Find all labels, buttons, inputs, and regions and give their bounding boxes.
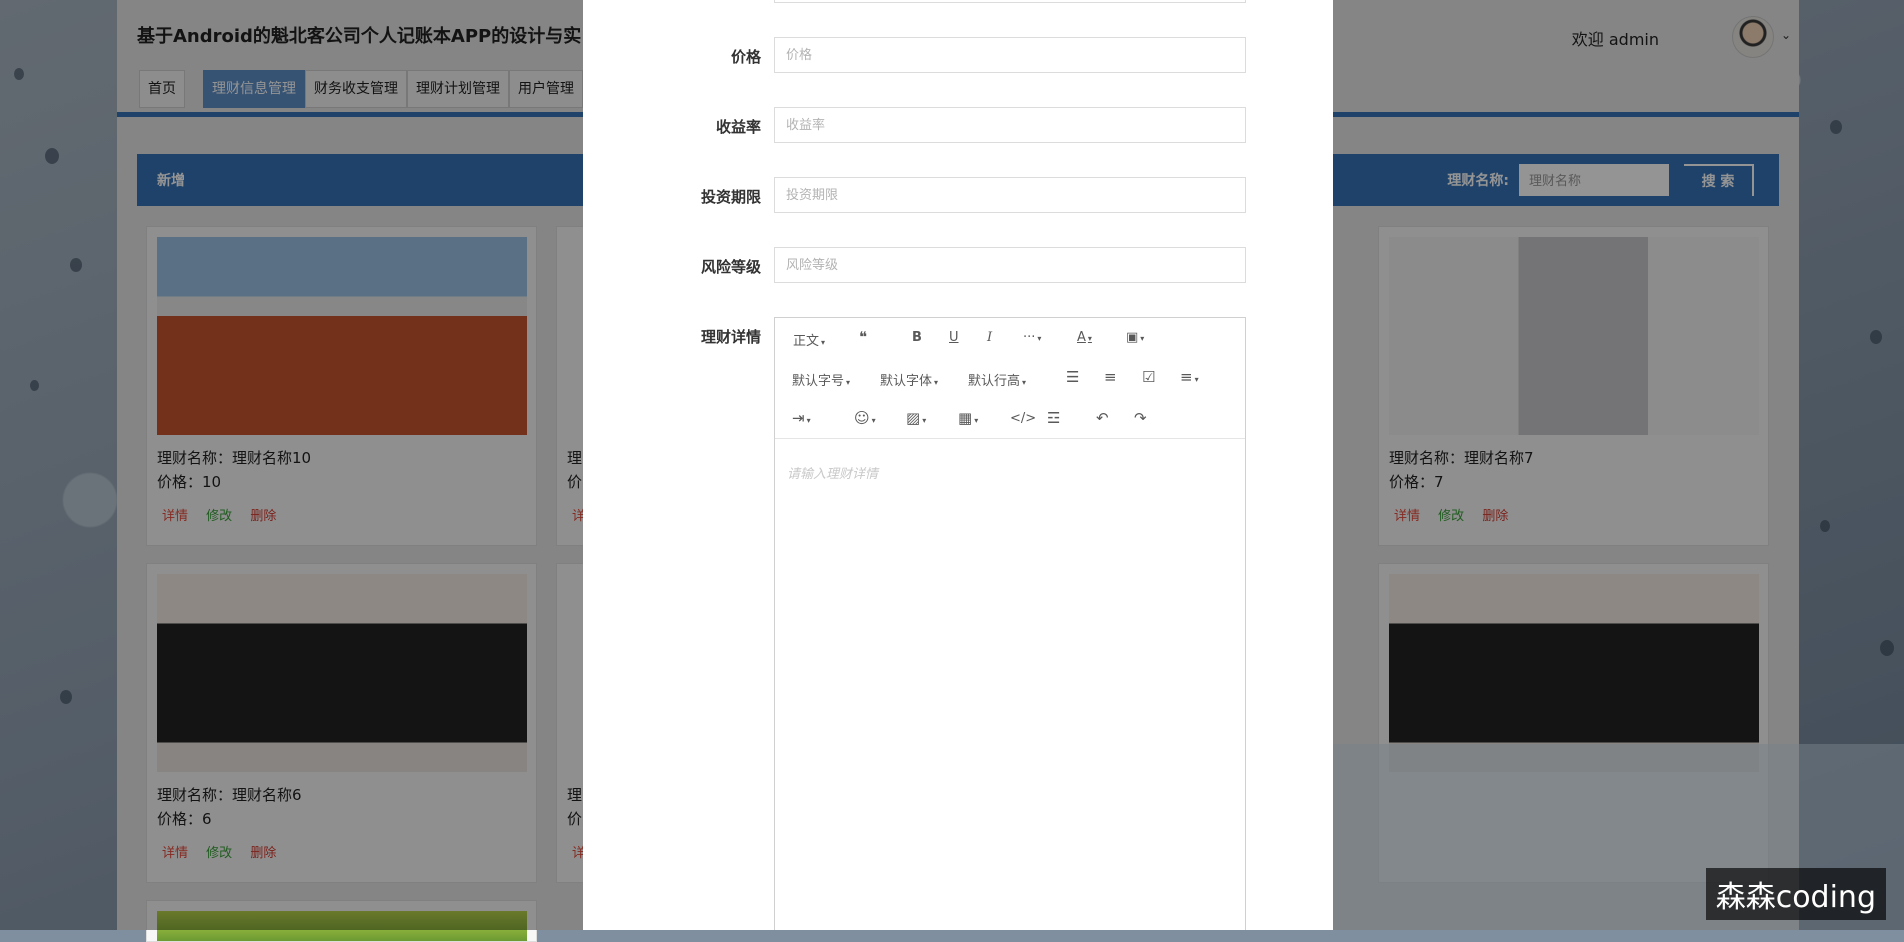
font-size-dropdown[interactable]: 默认字号 ▾ [792, 370, 850, 389]
background-color-icon[interactable]: ▣ ▾ [1126, 330, 1144, 345]
font-size-label: 默认字号 [792, 374, 845, 389]
price-input[interactable] [774, 37, 1246, 73]
emoji-icon[interactable]: ☺ ▾ [854, 409, 876, 427]
font-family-dropdown[interactable]: 默认字体 ▾ [880, 370, 938, 389]
bold-icon[interactable]: B [912, 330, 922, 345]
editor-placeholder: 请输入理财详情 [787, 467, 879, 482]
yield-label: 收益率 [715, 118, 761, 136]
divider-icon[interactable]: ☲ [1047, 409, 1060, 427]
price-label: 价格 [730, 48, 761, 66]
undo-icon[interactable]: ↶ [1096, 409, 1109, 427]
code-icon[interactable]: </> [1010, 411, 1036, 426]
image-icon[interactable]: ▨ ▾ [906, 409, 926, 427]
indent-icon[interactable]: ⇥ ▾ [792, 409, 811, 427]
form-row-term: 投资期限 [583, 177, 1333, 215]
previous-field-input[interactable] [774, 0, 1246, 3]
font-color-icon[interactable]: A ▾ [1077, 330, 1092, 345]
italic-icon[interactable]: I [987, 330, 992, 345]
term-input[interactable] [774, 177, 1246, 213]
rich-text-editor[interactable]: 正文 ▾ ❝ B U I ··· ▾ A ▾ ▣ ▾ 默认字号 ▾ 默认字体 ▾ 默认行高 ▾… [774, 317, 1246, 930]
quote-icon[interactable]: ❝ [859, 328, 867, 346]
underline-icon[interactable]: U [949, 330, 959, 345]
paragraph-label: 正文 [793, 334, 820, 349]
editor-toolbar: 正文 ▾ ❝ B U I ··· ▾ A ▾ ▣ ▾ 默认字号 ▾ 默认字体 ▾ 默认行高 ▾… [775, 318, 1245, 439]
bullet-list-icon[interactable]: ☰ [1066, 368, 1079, 386]
align-icon[interactable]: ≡ ▾ [1180, 368, 1199, 386]
numbered-list-icon[interactable]: ≡ [1104, 368, 1117, 386]
detail-label: 理财详情 [700, 328, 761, 346]
yield-input[interactable] [774, 107, 1246, 143]
risk-input[interactable] [774, 247, 1246, 283]
line-height-dropdown[interactable]: 默认行高 ▾ [968, 370, 1026, 389]
line-height-label: 默认行高 [968, 374, 1021, 389]
more-icon[interactable]: ··· ▾ [1023, 330, 1041, 345]
table-icon[interactable]: ▦ ▾ [958, 409, 978, 427]
edit-dialog: 价格 收益率 投资期限 风险等级 理财详情 正文▾ ❝ B U I ···▾ A… [583, 0, 1333, 930]
form-row-risk: 风险等级 [583, 247, 1333, 285]
watermark: 森森coding [1705, 868, 1886, 920]
paragraph-dropdown[interactable]: 正文 ▾ [793, 330, 825, 349]
redo-icon[interactable]: ↷ [1134, 409, 1147, 427]
term-label: 投资期限 [700, 188, 761, 206]
form-row-yield: 收益率 [583, 107, 1333, 145]
risk-label: 风险等级 [700, 258, 761, 276]
font-family-label: 默认字体 [880, 374, 933, 389]
todo-icon[interactable]: ☑ [1142, 368, 1155, 386]
form-row-price: 价格 [583, 37, 1333, 75]
